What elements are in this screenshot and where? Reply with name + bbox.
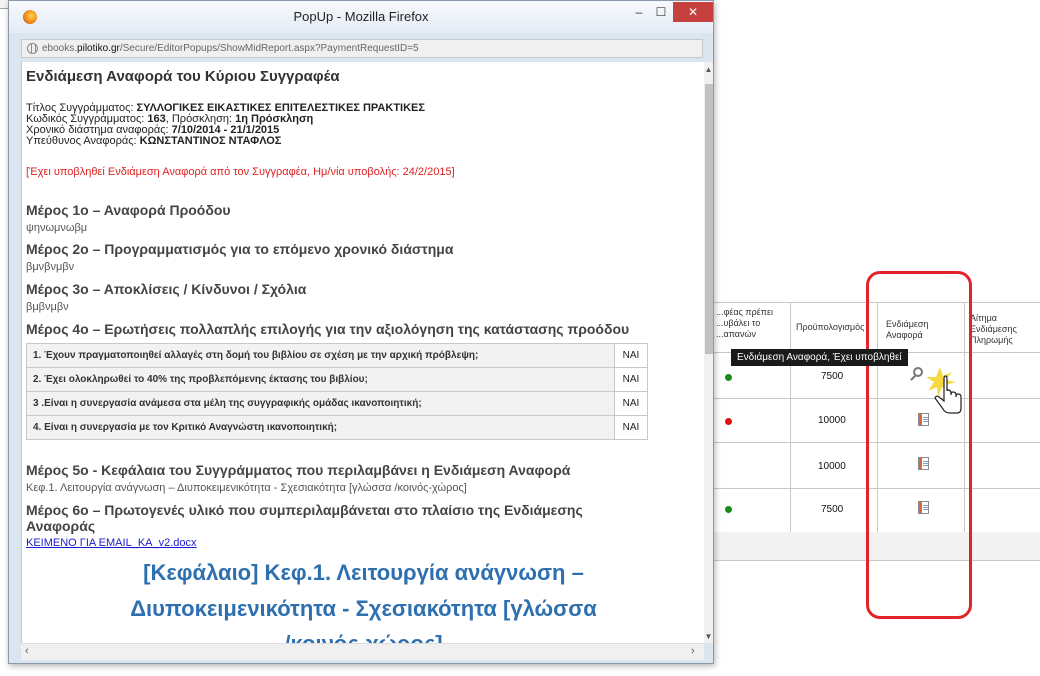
part2-title: Μέρος 2ο – Προγραμματισμός για το επόμεν…: [26, 241, 454, 257]
minimize-button[interactable]: –: [628, 2, 650, 22]
meta-responsible: Υπεύθυνος Αναφοράς: ΚΩΝΣΤΑΝΤΙΝΟΣ ΝΤΑΦΛΟΣ: [26, 136, 281, 147]
table-line: [690, 302, 1040, 303]
url-prefix: ebooks.: [42, 43, 78, 54]
meta-label: Υπεύθυνος Αναφοράς:: [26, 135, 140, 147]
table-footer: [690, 532, 1040, 560]
url-bar[interactable]: ebooks.pilotiko.gr/Secure/EditorPopups/S…: [21, 39, 703, 58]
part3-text: βμβνμβν: [26, 301, 69, 313]
part6-title: Μέρος 6ο – Πρωτογενές υλικό που συμπεριλ…: [26, 502, 583, 518]
part3-title: Μέρος 3ο – Αποκλίσεις / Κίνδυνοι / Σχόλι…: [26, 281, 307, 297]
answer-cell: ΝΑΙ: [614, 391, 648, 416]
budget-cell: 7500: [821, 504, 844, 515]
scroll-thumb[interactable]: [705, 84, 713, 354]
doc-heading-line3: /κοινός-χώρος]: [22, 631, 705, 643]
title-bar[interactable]: PopUp - Mozilla Firefox – ☐ ✕: [9, 1, 713, 33]
url-domain: pilotiko.gr: [77, 43, 120, 54]
table-row: 1. Έχουν πραγματοποιηθεί αλλαγές στη δομ…: [26, 343, 648, 368]
table-line: [690, 560, 1040, 561]
part6-title-cont: Αναφοράς: [26, 518, 96, 534]
doc-heading-line1: [Κεφάλαιο] Κεφ.1. Λειτουργία ανάγνωση –: [143, 560, 584, 585]
scroll-left-icon[interactable]: ‹: [25, 645, 29, 657]
url-path: /Secure/EditorPopups/ShowMidReport.aspx?…: [119, 43, 419, 54]
part4-title: Μέρος 4ο – Ερωτήσεις πολλαπλής επιλογής …: [26, 321, 630, 337]
part5-title: Μέρος 5ο - Κεφάλαια του Συγγράμματος που…: [26, 462, 571, 478]
scroll-down-icon[interactable]: ▼: [704, 632, 713, 641]
col-header-budget: Προϋπολογισμός: [796, 322, 865, 332]
submission-status: [Έχει υποβληθεί Ενδιάμεση Αναφορά από το…: [26, 166, 455, 178]
questions-table: 1. Έχουν πραγματοποιηθεί αλλαγές στη δομ…: [26, 343, 648, 440]
question-cell: 3 .Είναι η συνεργασία ανάμεσα στα μέλη τ…: [26, 391, 615, 416]
close-button[interactable]: ✕: [673, 2, 713, 22]
table-row: 4. Είναι η συνεργασία με τον Κριτικό Ανα…: [26, 415, 648, 440]
globe-icon: [27, 43, 38, 54]
scroll-right-icon[interactable]: ›: [691, 645, 695, 657]
answer-cell: ΝΑΙ: [614, 415, 648, 440]
part2-text: βμνβνμβν: [26, 261, 75, 273]
question-cell: 2. Έχει ολοκληρωθεί το 40% της προβλεπόμ…: [26, 367, 615, 392]
hand-cursor-icon: [926, 367, 962, 414]
part5-text: Κεφ.1. Λειτουργία ανάγνωση – Διυποκειμεν…: [26, 482, 467, 494]
attachment-link[interactable]: ΚΕΙΜΕΝΟ ΓΙΑ EMAIL_ΚΑ_v2.docx: [26, 537, 197, 549]
url-text: ebooks.pilotiko.gr/Secure/EditorPopups/S…: [42, 40, 419, 57]
popup-window: PopUp - Mozilla Firefox – ☐ ✕ ebooks.pil…: [8, 0, 714, 664]
table-row: 2. Έχει ολοκληρωθεί το 40% της προβλεπόμ…: [26, 367, 648, 392]
horizontal-scrollbar[interactable]: ‹ ›: [21, 643, 704, 660]
col-header-must-submit: ...φέας πρέπει ...υβάλει το ...απανών: [716, 307, 773, 339]
report-heading: Ενδιάμεση Αναφορά του Κύριου Συγγραφέα: [26, 68, 340, 85]
question-cell: 4. Είναι η συνεργασία με τον Κριτικό Ανα…: [26, 415, 615, 440]
status-dot: [725, 418, 732, 425]
col-header-payment-request: Αίτημα Ενδιάμεσης Πληρωμής: [970, 313, 1017, 345]
answer-cell: ΝΑΙ: [614, 343, 648, 368]
status-dot: [725, 374, 732, 381]
report-content: Ενδιάμεση Αναφορά του Κύριου Συγγραφέα Τ…: [21, 62, 705, 643]
table-line: [790, 302, 791, 532]
part1-title: Μέρος 1ο – Αναφορά Προόδου: [26, 202, 231, 218]
maximize-button[interactable]: ☐: [650, 2, 672, 22]
table-line: [690, 488, 1040, 489]
tooltip: Ενδιάμεση Αναφορά, Έχει υποβληθεί: [731, 349, 908, 366]
budget-cell: 10000: [818, 461, 846, 472]
scroll-up-icon[interactable]: ▲: [704, 65, 713, 74]
part1-text: ψηνωμνωβμ: [26, 222, 88, 234]
vertical-scrollbar[interactable]: ▲ ▼: [704, 62, 713, 643]
table-line: [690, 398, 1040, 399]
table-line: [690, 442, 1040, 443]
status-dot: [725, 506, 732, 513]
highlight-frame: [866, 271, 972, 619]
table-row: 3 .Είναι η συνεργασία ανάμεσα στα μέλη τ…: [26, 391, 648, 416]
answer-cell: ΝΑΙ: [614, 367, 648, 392]
doc-heading-line2: Διυποκειμενικότητα - Σχεσιακότητα [γλώσσ…: [130, 596, 597, 621]
budget-cell: 10000: [818, 415, 846, 426]
window-title: PopUp - Mozilla Firefox: [293, 9, 429, 24]
budget-cell: 7500: [821, 371, 844, 382]
question-cell: 1. Έχουν πραγματοποιηθεί αλλαγές στη δομ…: [26, 343, 615, 368]
meta-value: ΚΩΝΣΤΑΝΤΙΝΟΣ ΝΤΑΦΛΟΣ: [139, 135, 282, 147]
